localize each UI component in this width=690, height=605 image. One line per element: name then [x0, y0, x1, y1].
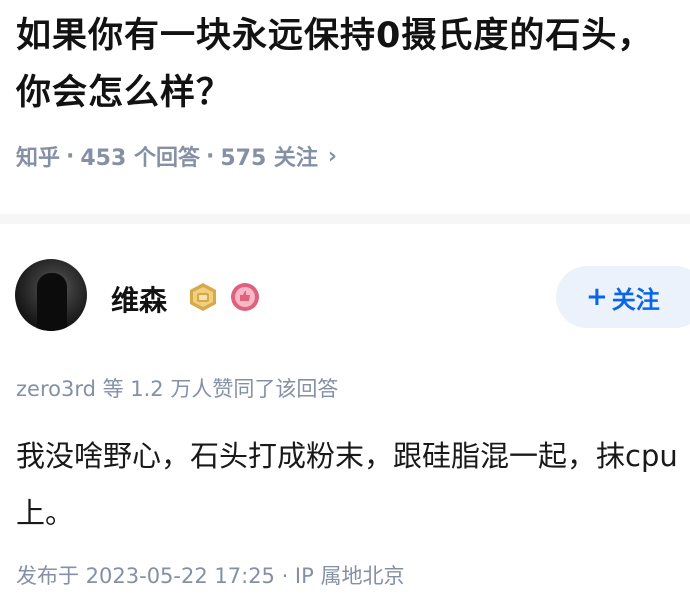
upvote-summary: zero3rd 等 1.2 万人赞同了该回答	[16, 377, 339, 401]
section-divider	[0, 214, 690, 224]
publish-info: 发布于 2023-05-22 17:25 · IP 属地北京	[16, 564, 405, 588]
separator: ·	[66, 143, 75, 169]
answer-content[interactable]: 我没啥野心，石头打成粉末，跟硅脂混一起，抹cpu上。	[16, 428, 686, 542]
follow-button[interactable]: + 关注	[556, 266, 690, 328]
follow-count: 575 关注	[220, 146, 318, 171]
author-name[interactable]: 维森	[111, 279, 167, 319]
follow-button-label: 关注	[611, 285, 660, 314]
question-title[interactable]: 如果你有一块永远保持0摄氏度的石头，你会怎么样？	[16, 8, 676, 122]
question-meta[interactable]: 知乎 · 453 个回答 · 575 关注 ›	[16, 140, 337, 172]
avatar-silhouette	[37, 273, 67, 331]
answer-count: 453 个回答	[80, 146, 200, 171]
source-label: 知乎	[16, 146, 61, 171]
avatar[interactable]	[15, 259, 87, 331]
gold-badge-icon[interactable]	[188, 282, 218, 312]
pink-badge-icon[interactable]	[230, 282, 260, 312]
plus-icon: +	[586, 282, 608, 312]
separator: ·	[205, 143, 215, 169]
chevron-right-icon: ›	[327, 143, 337, 169]
